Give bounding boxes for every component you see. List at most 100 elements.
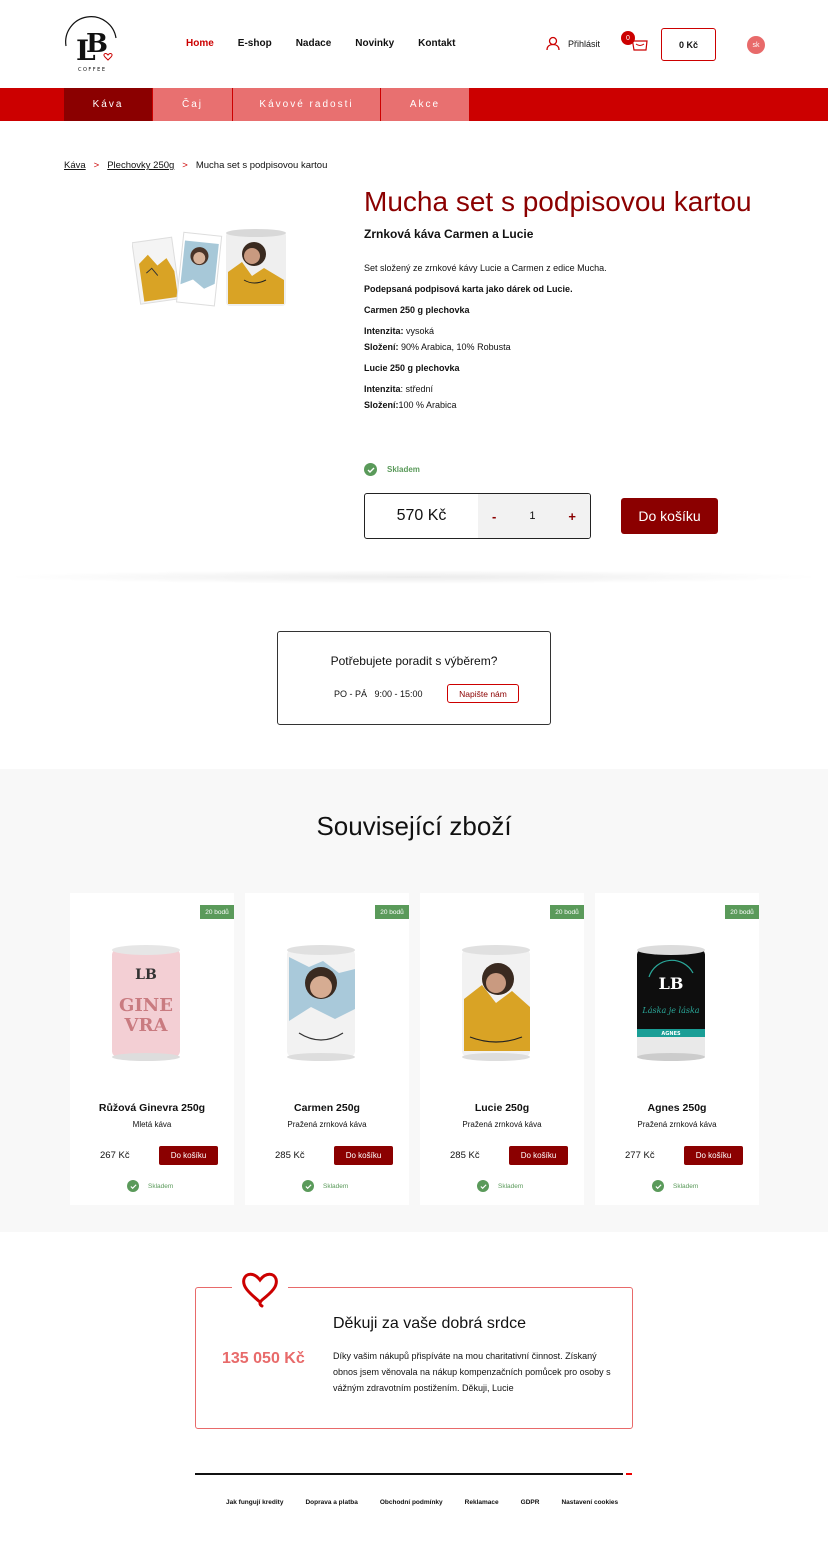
user-icon — [546, 36, 560, 51]
category-caj[interactable]: Čaj — [153, 88, 232, 121]
can-text-line2: VRA — [124, 1015, 169, 1036]
category-bar: Káva Čaj Kávové radosti Akce — [0, 88, 828, 121]
points-badge: 20 bodů — [550, 905, 584, 919]
card-stock-label: Skladem — [498, 1182, 524, 1190]
nav-novinky[interactable]: Novinky — [355, 38, 394, 49]
product-can-image — [287, 945, 355, 1061]
product-type: Pražená zrnková káva — [287, 1120, 367, 1129]
lucie-intensity: : střední — [400, 384, 434, 394]
product-card[interactable]: 20 bodů Lucie 250g Pražená zrnková káva … — [420, 893, 584, 1205]
product-type: Mletá káva — [132, 1120, 172, 1129]
lb-coffee-logo[interactable]: L B COFFEE — [62, 14, 120, 74]
nav-kontakt[interactable]: Kontakt — [418, 38, 455, 49]
help-title: Potřebujete poradit s výběrem? — [330, 654, 498, 668]
category-kava[interactable]: Káva — [64, 88, 152, 121]
desc-card-note: Podepsaná podpisová karta jako dárek od … — [364, 284, 573, 294]
lucie-composition: 100 % Arabica — [398, 400, 457, 410]
svg-text:B: B — [86, 29, 108, 59]
breadcrumb-plechovky[interactable]: Plechovky 250g — [107, 160, 174, 171]
check-icon — [302, 1180, 314, 1192]
nav-home[interactable]: Home — [186, 38, 214, 49]
qty-minus-button[interactable]: - — [492, 509, 496, 524]
login-link[interactable]: Přihlásit — [546, 36, 600, 51]
stock-status: Skladem — [364, 463, 420, 476]
check-icon — [127, 1180, 139, 1192]
product-card[interactable]: 20 bodů LB Láska je láska AGNES Agnes 25… — [595, 893, 759, 1205]
product-name[interactable]: Růžová Ginevra 250g — [70, 1102, 234, 1114]
points-badge: 20 bodů — [725, 905, 759, 919]
card-stock-status: Skladem — [127, 1180, 173, 1192]
write-us-button[interactable]: Napište nám — [447, 684, 519, 703]
svg-text:LB: LB — [135, 967, 157, 983]
carmen-intensity: vysoká — [403, 326, 435, 336]
product-image — [132, 229, 286, 307]
footer-link-cookies[interactable]: Nastavení cookies — [561, 1499, 618, 1506]
product-card-price: 285 Kč — [450, 1150, 480, 1161]
card-add-to-cart-button[interactable]: Do košíku — [334, 1146, 393, 1165]
footer-link-gdpr[interactable]: GDPR — [521, 1499, 540, 1506]
charity-box: Děkuji za vaše dobrá srdce 135 050 Kč Dí… — [195, 1287, 633, 1429]
stock-label: Skladem — [387, 465, 420, 474]
svg-text:LB: LB — [659, 974, 684, 993]
breadcrumb-separator: > — [93, 160, 100, 171]
desc-intro: Set složený ze zrnkové kávy Lucie a Carm… — [364, 263, 607, 273]
help-box: Potřebujete poradit s výběrem? PO - PÁ 9… — [277, 631, 551, 725]
check-icon — [364, 463, 377, 476]
lucie-composition-label: Složení: — [364, 400, 399, 410]
footer-links: Jak fungují kredity Doprava a platba Obc… — [226, 1499, 618, 1506]
carmen-heading: Carmen 250 g plechovka — [364, 305, 470, 315]
qty-plus-button[interactable]: + — [568, 509, 576, 524]
card-add-to-cart-button[interactable]: Do košíku — [684, 1146, 743, 1165]
footer-link-terms[interactable]: Obchodní podmínky — [380, 1499, 443, 1506]
footer-divider-accent — [626, 1473, 632, 1475]
quantity-stepper: - 1 + — [478, 494, 590, 538]
section-divider — [0, 570, 828, 584]
product-name[interactable]: Lucie 250g — [420, 1102, 584, 1114]
product-description: Set složený ze zrnkové kávy Lucie a Carm… — [364, 260, 744, 413]
breadcrumb: Káva > Plechovky 250g > Mucha set s podp… — [64, 160, 327, 171]
help-hours: PO - PÁ 9:00 - 15:00 — [334, 689, 423, 699]
category-akce[interactable]: Akce — [381, 88, 469, 121]
footer-link-credits[interactable]: Jak fungují kredity — [226, 1499, 283, 1506]
check-icon — [652, 1180, 664, 1192]
can-text-line1: GINE — [119, 995, 173, 1016]
card-stock-status: Skladem — [302, 1180, 348, 1192]
card-add-to-cart-button[interactable]: Do košíku — [159, 1146, 218, 1165]
heart-icon — [242, 1272, 278, 1308]
qty-value[interactable]: 1 — [529, 510, 535, 522]
points-badge: 20 bodů — [200, 905, 234, 919]
product-can-image: LB Láska je láska AGNES — [637, 945, 705, 1061]
card-add-to-cart-button[interactable]: Do košíku — [509, 1146, 568, 1165]
breadcrumb-kava[interactable]: Káva — [64, 160, 86, 171]
product-type: Pražená zrnková káva — [637, 1120, 717, 1129]
breadcrumb-current: Mucha set s podpisovou kartou — [195, 160, 328, 171]
category-kavove-radosti[interactable]: Kávové radosti — [233, 88, 380, 121]
product-card[interactable]: 20 bodů Carmen 250g Pražená zrnková káva… — [245, 893, 409, 1205]
product-title: Mucha set s podpisovou kartou — [364, 186, 752, 217]
buy-box: 570 Kč - 1 + — [364, 493, 591, 539]
cart-total-button[interactable]: 0 Kč — [661, 28, 716, 61]
product-name[interactable]: Carmen 250g — [245, 1102, 409, 1114]
nav-nadace[interactable]: Nadace — [296, 38, 332, 49]
product-subtitle: Zrnková káva Carmen a Lucie — [364, 227, 534, 241]
cart-count-badge: 0 — [621, 31, 635, 45]
nav-eshop[interactable]: E-shop — [238, 38, 272, 49]
footer-link-shipping[interactable]: Doprava a platba — [305, 1499, 357, 1506]
product-card[interactable]: 20 bodů LB GINE VRA Růžová Ginevra 250g … — [70, 893, 234, 1205]
charity-title: Děkuji za vaše dobrá srdce — [333, 1315, 526, 1332]
check-icon — [477, 1180, 489, 1192]
product-name[interactable]: Agnes 250g — [595, 1102, 759, 1114]
lucie-heading: Lucie 250 g plechovka — [364, 363, 460, 373]
main-nav: Home E-shop Nadace Novinky Kontakt — [186, 38, 455, 49]
product-can-image — [462, 945, 530, 1061]
card-stock-status: Skladem — [652, 1180, 698, 1192]
footer-link-complaints[interactable]: Reklamace — [465, 1499, 499, 1506]
logo-caption: COFFEE — [78, 67, 107, 73]
carmen-composition: 90% Arabica, 10% Robusta — [398, 342, 511, 352]
carmen-composition-label: Složení: — [364, 342, 399, 352]
product-price: 570 Kč — [396, 507, 447, 524]
carmen-intensity-label: Intenzita: — [364, 326, 404, 336]
add-to-cart-button[interactable]: Do košíku — [621, 498, 718, 534]
language-switch[interactable]: sk — [747, 36, 765, 54]
related-products: Související zboží 20 bodů LB GINE VRA Rů… — [0, 769, 828, 1232]
